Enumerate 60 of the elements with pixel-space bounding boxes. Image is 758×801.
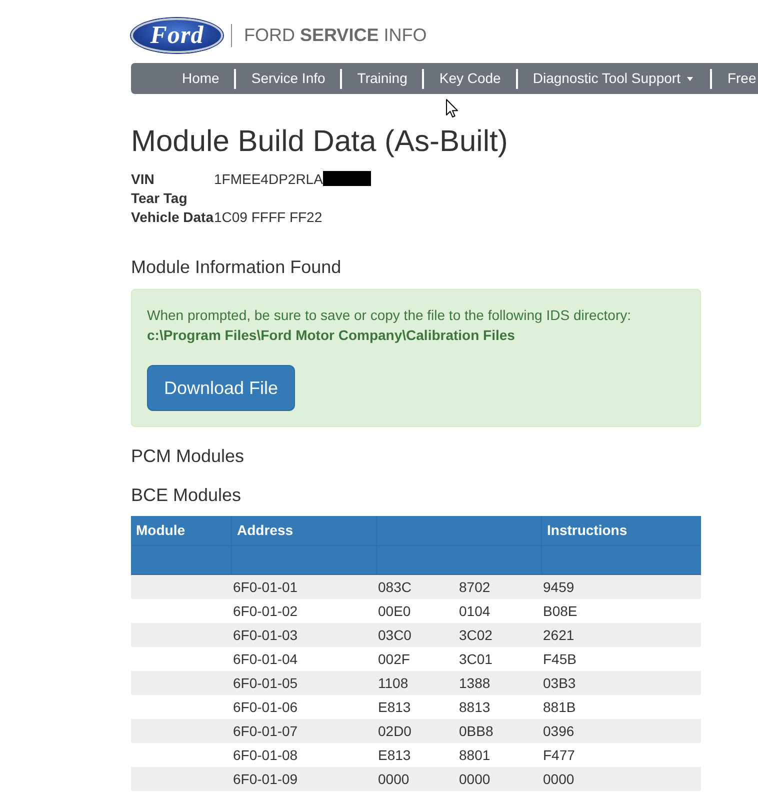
table-cell: 0000: [378, 771, 410, 787]
section-heading: BCE Modules: [131, 485, 242, 505]
table-cell: 03B3: [543, 675, 576, 691]
table-cell: 6F0-01-08: [233, 747, 298, 763]
page-title: Module Build Data (As-Built): [131, 125, 509, 158]
table-cell: 2621: [543, 627, 574, 643]
table-cell: 0BB8: [459, 723, 494, 739]
field-value: 1FMEE4DP2RLA: [214, 170, 323, 189]
table-cell: 6F0-01-04: [233, 651, 298, 667]
field-label: VIN: [131, 170, 156, 189]
table-cell: 02D0: [378, 723, 412, 739]
table-cell: 6F0-01-06: [233, 699, 298, 715]
table-cell: 6F0-01-07: [233, 723, 298, 739]
field-label: Vehicle Data: [131, 208, 214, 227]
nav-link[interactable]: Training: [342, 63, 422, 94]
table-cell: 6F0-01-02: [233, 603, 298, 619]
column-header: Instructions: [541, 516, 701, 546]
table-cell: 6F0-01-09: [233, 771, 298, 787]
table-cell: 3C01: [459, 651, 492, 667]
logo-text: Ford: [150, 23, 204, 48]
nav-link[interactable]: Home: [167, 63, 234, 94]
alert-message: When prompted, be sure to save or copy the file to the following IDS directory:: [147, 306, 632, 325]
table-cell: 0396: [543, 723, 574, 739]
mouse-pointer-icon: [446, 99, 458, 118]
table-cell: 3C02: [459, 627, 492, 643]
table-cell: 6F0-01-03: [233, 627, 298, 643]
table-cell: 03C0: [378, 627, 412, 643]
table-cell: 002F: [378, 651, 410, 667]
brand-name: FORD SERVICE INFO: [244, 25, 427, 46]
table-cell: 1108: [378, 675, 408, 691]
table-cell: 1388: [459, 675, 490, 691]
table-cell: 00E0: [378, 603, 411, 619]
section-heading: PCM Modules: [131, 446, 246, 466]
nav-link[interactable]: Service Info: [236, 63, 340, 94]
download-button[interactable]: Download File: [147, 365, 296, 411]
column-header: Module: [131, 516, 231, 546]
table-cell: E813: [378, 747, 411, 763]
table-cell: F477: [543, 747, 575, 763]
nav-link[interactable]: Free: [712, 63, 758, 94]
table-cell: B08E: [543, 603, 578, 619]
table-cell: 0000: [459, 771, 490, 787]
directory-path: c:\Program Files\Ford Motor Company\Calibration Files: [147, 326, 516, 345]
nav-link[interactable]: Key Code: [424, 63, 516, 94]
table-cell: 881B: [543, 699, 576, 715]
section-heading: Module Information Found: [131, 257, 342, 277]
table-cell: E813: [378, 699, 411, 715]
table-cell: 9459: [543, 579, 574, 595]
table-cell: 8813: [459, 699, 490, 715]
field-label: Tear Tag: [131, 189, 188, 208]
table-cell: 083C: [378, 579, 412, 595]
table-cell: 6F0-01-01: [233, 579, 298, 595]
field-value: 1C09 FFFF FF22: [214, 208, 322, 227]
table-cell: 8801: [459, 747, 490, 763]
column-header: Address: [231, 516, 376, 546]
table-cell: F45B: [543, 651, 576, 667]
table-cell: 0000: [543, 771, 574, 787]
table-cell: 8702: [459, 579, 490, 595]
table-cell: 6F0-01-05: [233, 675, 298, 691]
nav-link[interactable]: Diagnostic Tool Support: [518, 63, 710, 94]
table-cell: 0104: [459, 603, 490, 619]
